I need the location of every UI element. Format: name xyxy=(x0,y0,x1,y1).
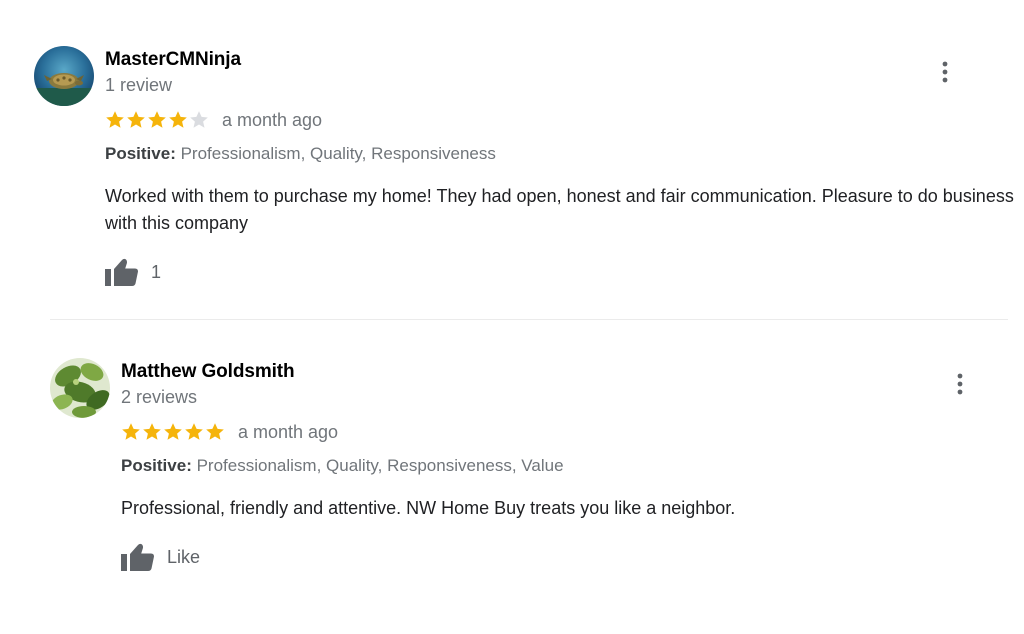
turtle-photo-avatar xyxy=(34,46,94,106)
review-time: a month ago xyxy=(238,421,339,442)
more-vertical-icon xyxy=(957,373,963,395)
star-icon xyxy=(127,111,145,128)
thumbs-up-icon xyxy=(105,258,138,286)
star-rating xyxy=(105,110,209,130)
thumbs-up-icon xyxy=(121,543,154,571)
rating-row: a month ago xyxy=(121,420,1010,444)
more-options-button[interactable] xyxy=(941,60,949,84)
star-icon xyxy=(164,423,182,440)
star-icon xyxy=(206,423,224,440)
rating-row: a month ago xyxy=(105,108,1014,132)
like-label: Like xyxy=(167,546,201,567)
positive-attributes: Positive: Professionalism, Quality, Resp… xyxy=(105,143,1014,165)
positive-attributes: Positive: Professionalism, Quality, Resp… xyxy=(121,455,1010,477)
star-icon xyxy=(122,423,140,440)
reviewer-review-count[interactable]: 2 reviews xyxy=(121,385,1010,409)
divider xyxy=(50,319,1008,320)
positive-label: Positive: xyxy=(121,456,192,475)
like-button[interactable]: 1 xyxy=(105,255,1014,289)
avatar[interactable] xyxy=(34,46,94,106)
more-vertical-icon xyxy=(942,61,948,83)
star-icon xyxy=(185,423,203,440)
star-icon xyxy=(148,111,166,128)
star-icon xyxy=(169,111,187,128)
positive-values: Professionalism, Quality, Responsiveness… xyxy=(196,456,564,475)
more-options-button[interactable] xyxy=(956,372,964,396)
review-time: a month ago xyxy=(222,109,323,130)
star-icon xyxy=(143,423,161,440)
avatar[interactable] xyxy=(50,358,110,418)
positive-values: Professionalism, Quality, Responsiveness xyxy=(180,144,496,163)
review-text: Professional, friendly and attentive. NW… xyxy=(121,498,736,518)
leaves-photo-avatar xyxy=(50,358,110,418)
like-count: 1 xyxy=(151,261,162,282)
star-icon xyxy=(106,111,124,128)
like-button[interactable]: Like xyxy=(121,540,1010,574)
positive-label: Positive: xyxy=(105,144,176,163)
reviewer-name[interactable]: Matthew Goldsmith xyxy=(121,360,1010,384)
star-rating xyxy=(121,422,225,442)
review-text: Worked with them to purchase my home! Th… xyxy=(105,186,1014,233)
star-icon xyxy=(190,111,208,128)
reviewer-name[interactable]: MasterCMNinja xyxy=(105,48,1014,72)
reviewer-review-count[interactable]: 1 review xyxy=(105,73,1014,97)
